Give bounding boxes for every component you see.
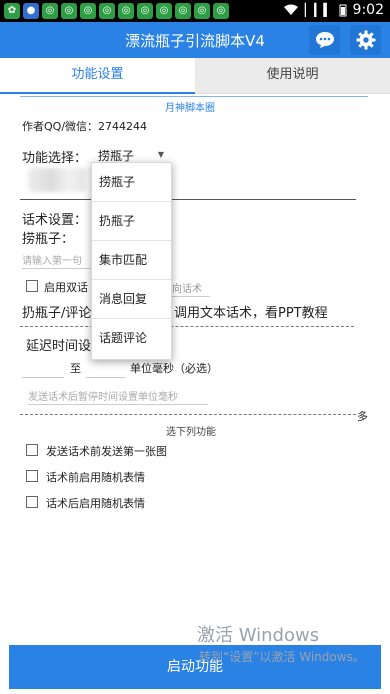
status-right: ▏▎▍ 9:02 [283,2,384,18]
dropdown-option-message-reply[interactable]: 消息回复 [92,280,171,319]
wechat-notification-icon: ◎ [118,3,134,19]
app-notification-icon: ● [23,3,39,19]
dropdown-option-fish-bottle[interactable]: 捞瓶子 [92,163,171,202]
delay-min-input[interactable] [22,358,64,378]
checkbox-random-emoji-before-label: 话术前启用随机表情 [46,471,145,484]
section-divider [20,96,368,97]
delay-to-label: 至 [70,362,81,375]
wechat-notification-icon: ◎ [99,3,115,19]
blurred-region [28,168,86,192]
status-bar: ✿ ● ◎ ◎ ◎ ◎ ◎ ◎ ◎ ◎ ◎ ◎ ▏▎▍ 9:02 [0,0,390,22]
delay-unit-label: 单位毫秒（必选） [130,362,218,375]
function-select-label: 功能选择： [22,151,88,166]
wechat-notification-icon: ◎ [61,3,77,19]
options-label: 选下列功能 [166,427,216,438]
dropdown-option-topic-comment[interactable]: 话题评论 [92,319,171,358]
dashed-divider [20,414,356,415]
clock: 9:02 [352,2,384,18]
note-left: 扔瓶子/评论 [22,306,92,321]
wifi-icon [283,4,298,15]
divider [20,199,356,200]
dual-script-checkbox[interactable] [26,280,38,292]
notification-icons: ✿ ● ◎ ◎ ◎ ◎ ◎ ◎ ◎ ◎ ◎ ◎ [4,3,229,19]
checkbox-first-image-label: 发送话术前发送第一张图 [46,445,167,458]
gear-icon [356,30,375,50]
app-notification-icon: ✿ [4,3,20,19]
pause-input[interactable] [28,385,208,407]
dropdown-arrow-icon: ▼ [157,150,164,159]
wechat-notification-icon: ◎ [194,3,210,19]
chat-bubble-icon [315,32,334,48]
wechat-notification-icon: ◎ [156,3,172,19]
author-info: 作者QQ/微信：2744244 [22,120,148,133]
battery-icon [339,4,347,16]
checkbox-random-emoji-after[interactable] [26,496,38,508]
wechat-notification-icon: ◎ [80,3,96,19]
windows-watermark-subtitle: 转到“设置”以激活 Windows。 [199,650,365,664]
first-line-input[interactable] [22,249,92,271]
bottle-script-label: 捞瓶子： [22,232,75,247]
function-dropdown-menu: 捞瓶子 扔瓶子 集市匹配 消息回复 话题评论 [91,162,172,360]
more-marker: 多 [357,410,368,423]
tab-instructions[interactable]: 使用说明 [195,58,390,94]
tab-bar: 功能设置 使用说明 [0,58,390,94]
signal-icon: ▏▎▍ [304,3,333,17]
wechat-notification-icon: ◎ [137,3,153,19]
section-header: 月神脚本圈 [165,103,215,114]
app-bar: 漂流瓶子引流脚本V4 [0,22,390,58]
delay-label: 延迟时间设 [26,339,92,354]
checkbox-random-emoji-before[interactable] [26,470,38,482]
checkbox-first-image[interactable] [26,444,38,456]
first-line-field[interactable] [22,252,92,271]
delay-max-input[interactable] [86,358,126,378]
windows-watermark-title: 激活 Windows [197,625,320,646]
wechat-notification-icon: ◎ [42,3,58,19]
dual-script-label: 启用双话 [44,281,88,294]
note-right: 调用文本话术，看PPT教程 [174,306,328,321]
chat-button[interactable] [309,25,340,55]
wechat-notification-icon: ◎ [175,3,191,19]
pause-field[interactable] [28,388,208,407]
tab-function-settings[interactable]: 功能设置 [0,58,195,94]
dashed-divider [20,326,354,327]
wechat-notification-icon: ◎ [213,3,229,19]
dropdown-option-market-match[interactable]: 集市匹配 [92,241,171,280]
dropdown-option-throw-bottle[interactable]: 扔瓶子 [92,202,171,241]
settings-button[interactable] [350,25,381,55]
checkbox-random-emoji-after-label: 话术后启用随机表情 [46,497,145,510]
script-settings-label: 话术设置： [22,213,88,228]
